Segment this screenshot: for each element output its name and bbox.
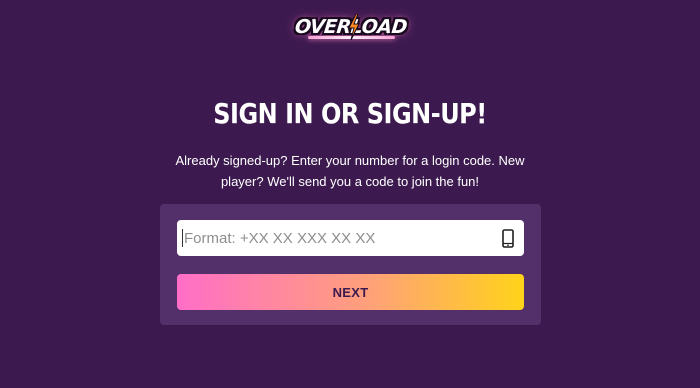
lightning-bolt-icon: [348, 14, 360, 40]
phone-number-input[interactable]: [177, 220, 487, 256]
page-subtitle: Already signed-up? Enter your number for…: [175, 153, 525, 189]
text-cursor: [182, 229, 183, 247]
page-title: SIGN IN OR SIGN-UP!: [213, 97, 487, 131]
smartphone-icon: [502, 229, 514, 248]
phone-field[interactable]: [177, 220, 524, 256]
overload-logo: OVERLOAD: [293, 10, 408, 44]
sign-in-panel: NEXT: [160, 204, 541, 325]
next-button[interactable]: NEXT: [177, 274, 524, 310]
